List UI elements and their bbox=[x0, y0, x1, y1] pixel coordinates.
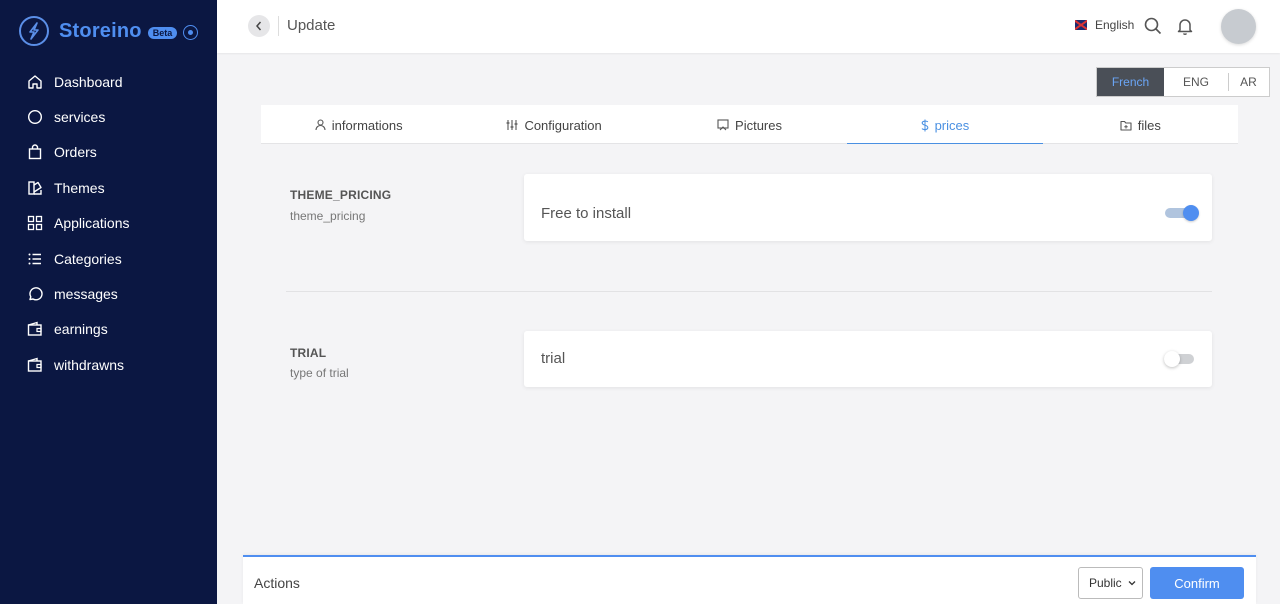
sidebar-item-label: Categories bbox=[54, 250, 122, 267]
language-label: English bbox=[1095, 18, 1135, 32]
bell-icon[interactable] bbox=[1175, 16, 1195, 36]
actions-title: Actions bbox=[254, 575, 300, 591]
theme-pricing-card: Free to install bbox=[524, 174, 1212, 241]
field-title-trial: TRIAL bbox=[290, 346, 327, 360]
sliders-icon bbox=[506, 120, 518, 130]
chevron-left-icon bbox=[256, 21, 262, 31]
trial-card: trial bbox=[524, 331, 1212, 387]
shopping-bag-icon bbox=[26, 144, 43, 161]
tab-configuration[interactable]: Configuration bbox=[456, 105, 651, 143]
folder-icon bbox=[1120, 120, 1132, 131]
sidebar-item-orders[interactable]: Orders bbox=[0, 135, 217, 170]
field-subtitle-trial: type of trial bbox=[290, 366, 349, 380]
header-divider bbox=[278, 16, 279, 36]
lang-tab-ar[interactable]: AR bbox=[1228, 68, 1269, 96]
sidebar-item-label: messages bbox=[54, 286, 118, 303]
trial-label: trial bbox=[541, 350, 566, 367]
avatar[interactable] bbox=[1221, 9, 1256, 44]
image-icon bbox=[717, 119, 729, 131]
confirm-button[interactable]: Confirm bbox=[1150, 567, 1244, 599]
toggle-knob bbox=[1183, 205, 1199, 221]
sidebar-item-categories[interactable]: Categories bbox=[0, 241, 217, 276]
sidebar-item-withdrawns[interactable]: withdrawns bbox=[0, 347, 217, 382]
field-title-theme-pricing: THEME_PRICING bbox=[290, 188, 392, 202]
language-selector[interactable]: English bbox=[1075, 18, 1134, 32]
sidebar-item-label: Dashboard bbox=[54, 73, 123, 90]
brand-name: Storeino bbox=[59, 19, 142, 42]
tab-pictures[interactable]: Pictures bbox=[652, 105, 847, 143]
list-icon bbox=[26, 250, 43, 267]
lang-tab-eng[interactable]: ENG bbox=[1164, 68, 1228, 96]
sidebar-item-messages[interactable]: messages bbox=[0, 276, 217, 311]
tab-informations[interactable]: informations bbox=[261, 105, 456, 143]
target-icon[interactable] bbox=[183, 24, 199, 40]
field-subtitle-theme-pricing: theme_pricing bbox=[290, 209, 366, 223]
lang-tab-french[interactable]: French bbox=[1097, 68, 1164, 96]
sidebar-item-label: Applications bbox=[54, 215, 130, 232]
wallet-icon bbox=[26, 321, 43, 338]
sidebar-item-themes[interactable]: Themes bbox=[0, 170, 217, 205]
trial-toggle[interactable] bbox=[1164, 349, 1198, 369]
circle-icon bbox=[26, 109, 43, 126]
sidebar-item-label: withdrawns bbox=[54, 356, 125, 373]
page-title: Update bbox=[287, 17, 336, 34]
sidebar-item-label: Themes bbox=[54, 179, 105, 196]
tab-label: Configuration bbox=[524, 117, 602, 133]
content-language-tabs: French ENG AR bbox=[1096, 67, 1270, 97]
sidebar-item-applications[interactable]: Applications bbox=[0, 206, 217, 241]
grid-icon bbox=[26, 215, 43, 232]
user-icon bbox=[315, 119, 326, 131]
brand[interactable]: Storeino Beta bbox=[19, 15, 199, 47]
chevron-down-icon bbox=[1128, 581, 1136, 586]
message-circle-icon bbox=[26, 286, 43, 303]
tab-label: files bbox=[1137, 117, 1161, 133]
sidebar-item-label: services bbox=[54, 109, 106, 126]
tab-label: prices bbox=[934, 117, 970, 133]
free-to-install-toggle[interactable] bbox=[1165, 203, 1199, 223]
visibility-select[interactable]: Public bbox=[1078, 567, 1143, 599]
sidebar-item-earnings[interactable]: earnings bbox=[0, 312, 217, 347]
top-header: Update English bbox=[217, 0, 1280, 53]
actions-bar: Actions Public Confirm bbox=[243, 555, 1256, 604]
sidebar: Storeino Beta Dashboard services Orders bbox=[0, 0, 217, 604]
tab-prices[interactable]: prices bbox=[847, 105, 1044, 144]
section-tabs: informations Configuration Pictures pric… bbox=[261, 105, 1238, 144]
back-button[interactable] bbox=[248, 15, 270, 37]
tab-label: Pictures bbox=[735, 117, 782, 133]
dollar-icon bbox=[921, 119, 928, 131]
tab-label: informations bbox=[331, 117, 403, 133]
visibility-value: Public bbox=[1089, 576, 1122, 590]
palette-icon bbox=[26, 179, 43, 196]
wallet-icon bbox=[26, 356, 43, 373]
free-to-install-label: Free to install bbox=[541, 205, 632, 222]
tab-files[interactable]: files bbox=[1043, 105, 1238, 143]
section-divider bbox=[286, 291, 1212, 292]
sidebar-item-label: earnings bbox=[54, 321, 108, 338]
sidebar-nav: Dashboard services Orders Themes Applica… bbox=[0, 64, 217, 383]
sidebar-item-label: Orders bbox=[54, 144, 97, 161]
sidebar-item-dashboard[interactable]: Dashboard bbox=[0, 64, 217, 99]
beta-badge: Beta bbox=[147, 27, 178, 39]
sidebar-item-services[interactable]: services bbox=[0, 99, 217, 134]
search-icon[interactable] bbox=[1143, 16, 1163, 36]
home-icon bbox=[26, 73, 43, 90]
uk-flag-icon bbox=[1075, 20, 1087, 30]
toggle-knob bbox=[1164, 351, 1180, 367]
brand-logo-icon bbox=[19, 16, 49, 46]
